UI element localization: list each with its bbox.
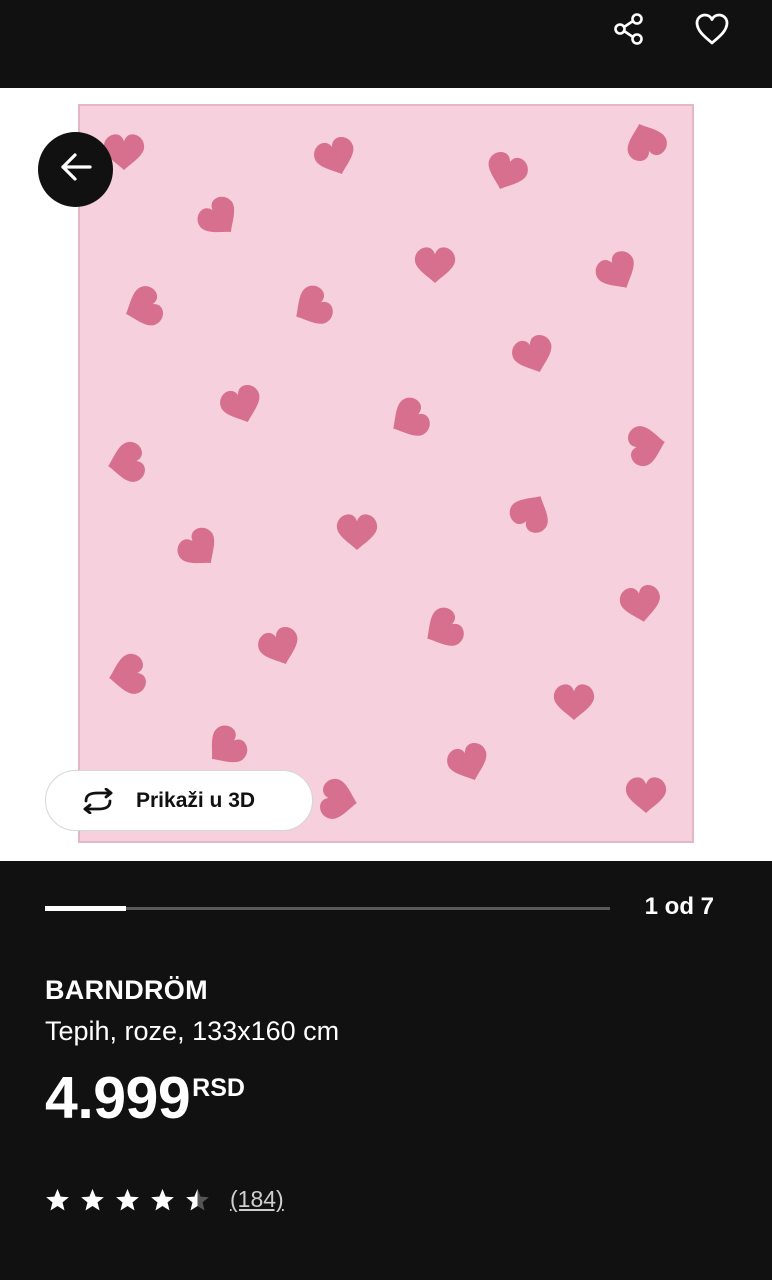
rug-image [78, 104, 694, 843]
star-full-icon [115, 1188, 140, 1212]
product-rating[interactable]: (184) [45, 1186, 284, 1213]
back-button[interactable] [38, 132, 113, 207]
arrow-left-icon [59, 152, 93, 187]
share-icon[interactable] [606, 6, 652, 52]
star-full-icon [45, 1188, 70, 1212]
review-count-link[interactable]: (184) [230, 1186, 284, 1213]
heart-icon[interactable] [689, 6, 735, 52]
star-full-icon [80, 1188, 105, 1212]
price-currency: RSD [192, 1074, 245, 1102]
rating-stars [45, 1188, 220, 1212]
image-progress-track [45, 906, 610, 911]
top-bar [0, 0, 772, 88]
product-name: BARNDRÖM [45, 975, 208, 1005]
view-3d-label: Prikaži u 3D [136, 788, 256, 812]
product-image-gallery[interactable] [0, 88, 772, 861]
rotate-arrows-icon [78, 787, 118, 814]
product-price: 4.999 RSD [45, 1065, 245, 1131]
image-progress-fill [45, 906, 126, 911]
star-full-icon [150, 1188, 175, 1212]
star-half-icon [185, 1188, 210, 1212]
view-3d-button[interactable]: Prikaži u 3D [45, 770, 313, 831]
image-counter: 1 od 7 [644, 893, 714, 920]
product-description: Tepih, roze, 133x160 cm [45, 1016, 340, 1046]
price-amount: 4.999 [45, 1065, 191, 1131]
